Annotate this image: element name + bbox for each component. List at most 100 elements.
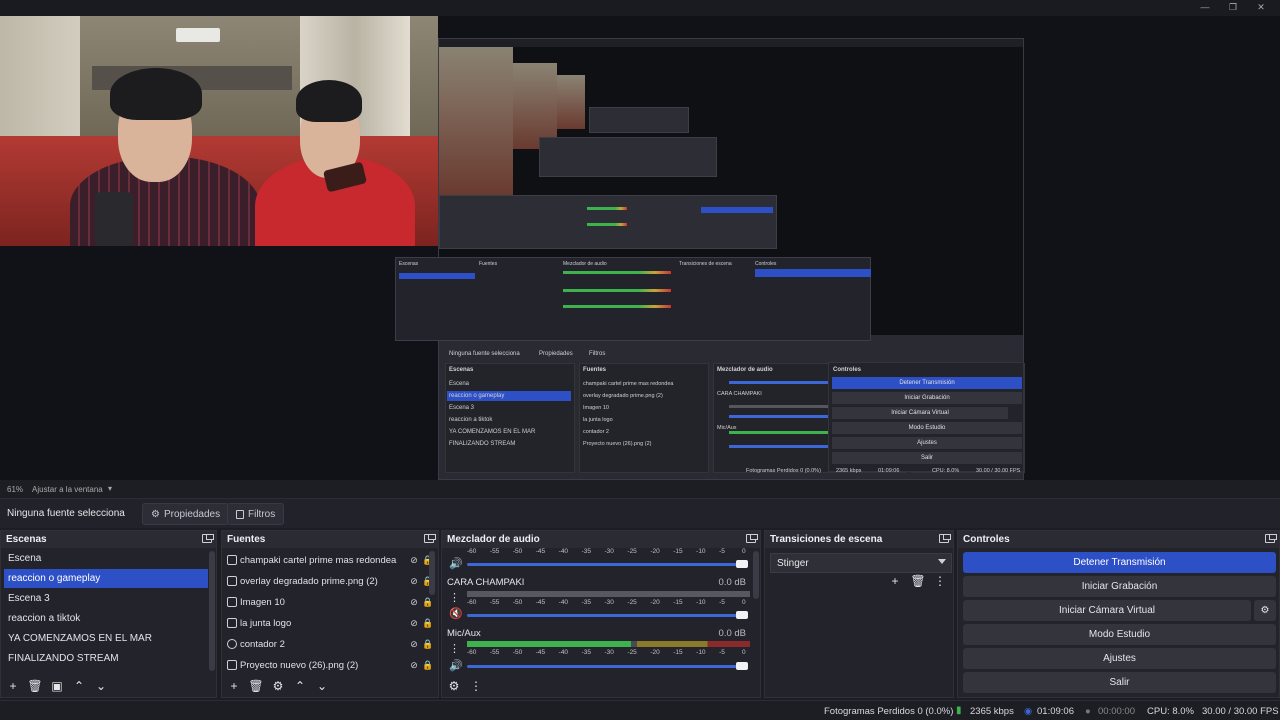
settings-icon[interactable]: ⚙ <box>446 678 462 694</box>
eye-off-icon[interactable]: ⊘ <box>407 597 421 608</box>
gear-icon[interactable]: ⚙ <box>1254 600 1276 621</box>
muted-speaker-icon[interactable]: 🔇 <box>449 607 463 620</box>
undock-icon[interactable] <box>424 534 436 543</box>
source-item[interactable]: Imagen 10 ⊘ 🔒 <box>227 592 435 612</box>
volume-fader[interactable] <box>467 665 747 668</box>
source-item[interactable]: overlay degradado prime.png (2) ⊘ 🔒 <box>227 571 435 591</box>
minimize-icon[interactable]: — <box>1198 1 1212 13</box>
source-name: la junta logo <box>240 617 292 629</box>
undock-icon[interactable] <box>746 534 758 543</box>
eye-off-icon[interactable]: ⊘ <box>407 660 421 671</box>
fader-knob[interactable] <box>736 662 748 670</box>
lock-icon[interactable]: 🔒 <box>421 639 435 650</box>
filter-icon <box>236 509 244 519</box>
status-bar: Fotogramas Perdidos 0 (0.0%) ▮ 2365 kbps… <box>0 700 1280 720</box>
mixer-title: Mezclador de audio <box>442 531 760 548</box>
eye-off-icon[interactable]: ⊘ <box>407 618 421 629</box>
nested-controls: Controles Detener Transmisión Iniciar Gr… <box>828 362 1024 472</box>
filters-button[interactable]: Filtros <box>227 503 285 525</box>
speaker-icon[interactable]: 🔊 <box>449 659 463 672</box>
stop-streaming-button[interactable]: Detener Transmisión <box>963 552 1276 573</box>
tick-label: -30 <box>604 548 614 555</box>
studio-mode-button[interactable]: Modo Estudio <box>963 624 1276 645</box>
lock-icon[interactable]: 🔒 <box>421 597 435 608</box>
exit-button[interactable]: Salir <box>963 672 1276 693</box>
source-item[interactable]: la junta logo ⊘ 🔒 <box>227 613 435 633</box>
image-icon <box>227 597 237 607</box>
volume-fader[interactable] <box>467 614 747 617</box>
tick-label: -50 <box>512 599 523 606</box>
title-bar: — ❐ ✕ <box>0 0 1280 16</box>
chevron-down-icon <box>938 559 946 564</box>
more-icon[interactable]: ⋮ <box>932 573 948 589</box>
tick-label: -5 <box>719 599 725 606</box>
maximize-icon[interactable]: ❐ <box>1226 1 1240 13</box>
source-name: Proyecto nuevo (26).png (2) <box>240 659 359 671</box>
scene-item-selected[interactable]: reaccion o gameplay <box>4 569 208 588</box>
start-recording-button[interactable]: Iniciar Grabación <box>963 576 1276 597</box>
fader-knob[interactable] <box>736 560 748 568</box>
more-icon[interactable]: ⋮ <box>449 642 460 655</box>
arrow-up-icon[interactable]: ⌃ <box>71 678 87 694</box>
add-icon[interactable]: + <box>226 678 242 694</box>
arrow-down-icon[interactable]: ⌄ <box>93 678 109 694</box>
add-icon[interactable]: + <box>5 678 21 694</box>
scenes-scrollbar[interactable] <box>209 551 215 671</box>
zoom-mode[interactable]: Ajustar a la ventana <box>32 485 103 494</box>
scene-item[interactable]: Escena <box>4 549 208 568</box>
eye-off-icon[interactable]: ⊘ <box>407 555 421 566</box>
zoom-row: 61% Ajustar a la ventana ▾ <box>0 480 1280 498</box>
settings-button[interactable]: Ajustes <box>963 648 1276 669</box>
eye-off-icon[interactable]: ⊘ <box>407 576 421 587</box>
trash-icon[interactable]: 🗑 <box>248 678 264 694</box>
sources-scrollbar[interactable] <box>429 551 435 595</box>
lock-icon[interactable]: 🔒 <box>421 618 435 629</box>
undock-icon[interactable] <box>202 534 214 543</box>
source-item[interactable]: contador 2 ⊘ 🔒 <box>227 634 435 654</box>
scene-item[interactable]: YA COMENZAMOS EN EL MAR <box>4 629 208 648</box>
source-item[interactable]: Proyecto nuevo (26).png (2) ⊘ 🔒 <box>227 655 435 675</box>
gear-icon[interactable]: ⚙ <box>270 678 286 694</box>
undock-icon[interactable] <box>1265 534 1277 543</box>
scene-item[interactable]: Escena 3 <box>4 589 208 608</box>
nested-cpu: CPU: 8.0% <box>932 468 960 474</box>
preview-canvas[interactable]: Escenas Fuentes Mezclador de audio Trans… <box>0 16 1280 480</box>
fader-knob[interactable] <box>736 611 748 619</box>
transition-select[interactable]: Stinger <box>770 553 952 573</box>
add-icon[interactable]: + <box>887 573 903 589</box>
speaker-icon[interactable]: 🔊 <box>449 557 463 570</box>
trash-icon[interactable]: 🗑 <box>27 678 43 694</box>
chevron-down-icon[interactable]: ▾ <box>108 484 112 493</box>
selected-source-label: Ninguna fuente selecciona <box>7 508 125 519</box>
eye-off-icon[interactable]: ⊘ <box>407 639 421 650</box>
arrow-up-icon[interactable]: ⌃ <box>292 678 308 694</box>
context-bar: Ninguna fuente selecciona ⚙ Propiedades … <box>0 498 1280 528</box>
trash-icon[interactable]: 🗑 <box>910 573 926 589</box>
tick-label: -15 <box>673 548 683 555</box>
controls-dock: Controles Detener Transmisión Iniciar Gr… <box>957 530 1280 698</box>
tick-label: -35 <box>581 548 591 555</box>
lock-icon[interactable]: 🔒 <box>421 660 435 671</box>
tick-label: -40 <box>558 548 569 555</box>
nested-dropped: Fotogramas Perdidos 0 (0.0%) <box>746 468 821 474</box>
arrow-down-icon[interactable]: ⌄ <box>314 678 330 694</box>
properties-button[interactable]: ⚙ Propiedades <box>142 503 230 525</box>
filter-icon[interactable]: ▣ <box>49 678 65 694</box>
tick-label: 0 <box>742 599 746 606</box>
source-item[interactable]: champaki cartel prime mas redondea ⊘ 🔒 <box>227 550 435 570</box>
scene-item[interactable]: reaccion a tiktok <box>4 609 208 628</box>
close-icon[interactable]: ✕ <box>1254 1 1268 13</box>
scenes-title: Escenas <box>1 531 216 548</box>
undock-icon[interactable] <box>939 534 951 543</box>
zoom-level: 61% <box>7 485 24 494</box>
mixer-scrollbar[interactable] <box>753 551 759 599</box>
scene-item[interactable]: FINALIZANDO STREAM <box>4 649 208 668</box>
dropped-frames: Fotogramas Perdidos 0 (0.0%) <box>824 706 954 717</box>
more-icon[interactable]: ⋮ <box>468 678 484 694</box>
transition-selected: Stinger <box>777 558 809 569</box>
volume-fader[interactable] <box>467 563 747 566</box>
start-virtual-camera-button[interactable]: Iniciar Cámara Virtual <box>963 600 1251 621</box>
filters-label: Filtros <box>248 508 276 520</box>
more-icon[interactable]: ⋮ <box>449 591 460 604</box>
tick-label: -55 <box>489 599 500 606</box>
